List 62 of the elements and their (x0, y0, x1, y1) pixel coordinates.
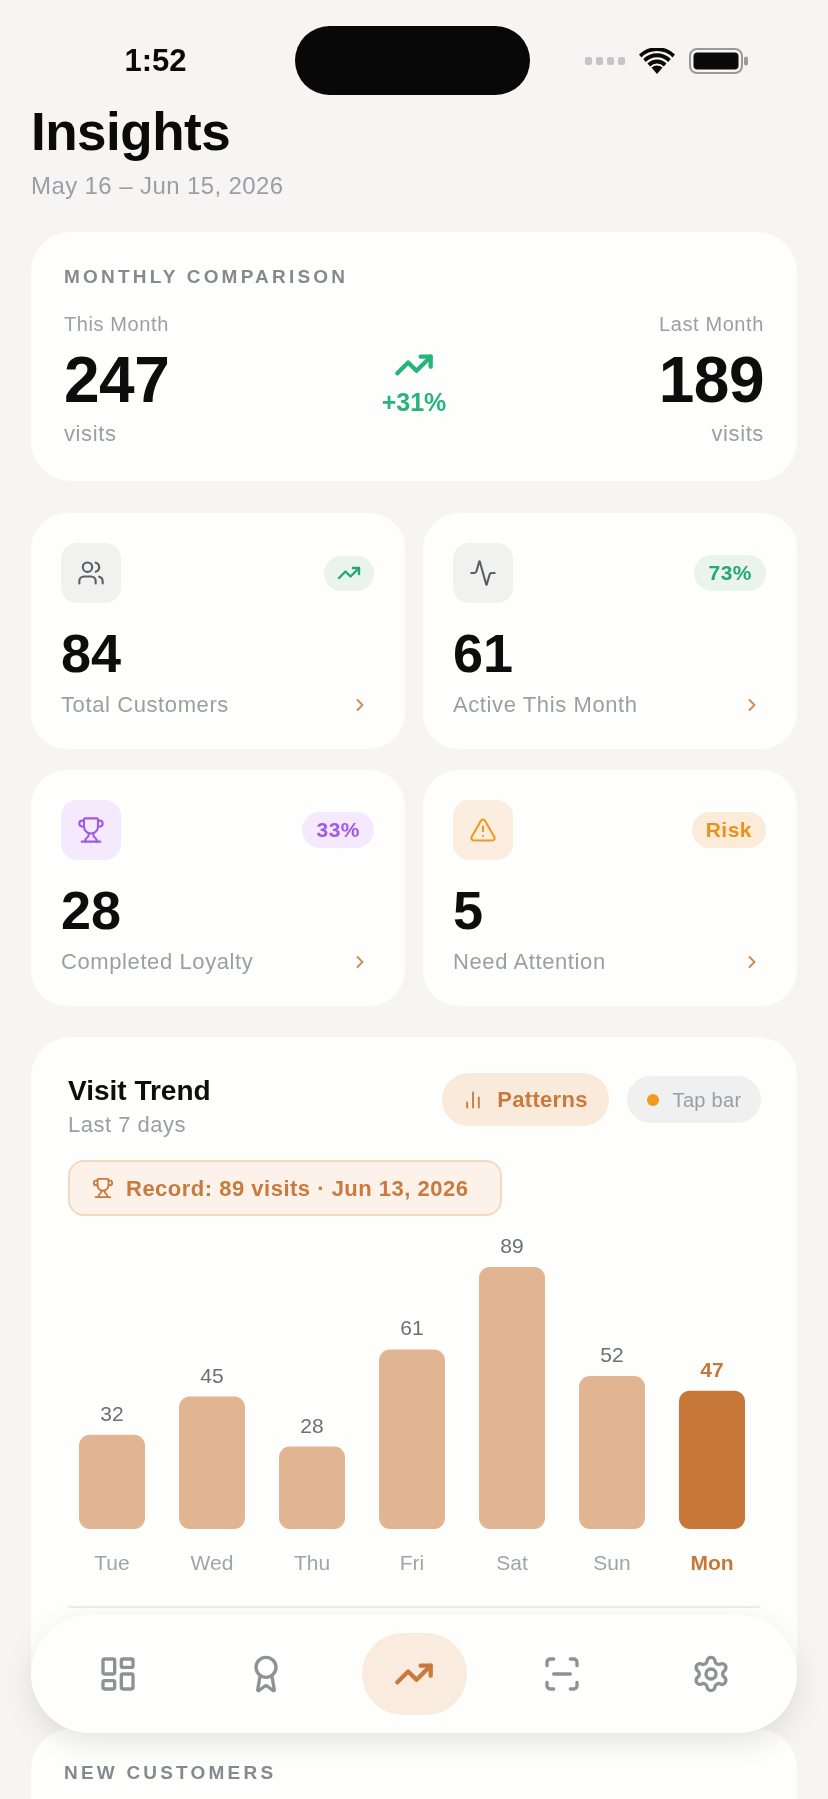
bar-value: 61 (400, 1316, 424, 1340)
chart-bar[interactable] (579, 1375, 645, 1529)
stat-card[interactable]: Risk 5 Need Attention (423, 770, 797, 1006)
date-range: May 16 – Jun 15, 2026 (31, 172, 285, 200)
stat-label: Active This Month (453, 692, 638, 718)
chart-bar[interactable] (479, 1267, 545, 1529)
users-icon (61, 543, 121, 603)
stat-label: Need Attention (453, 949, 606, 975)
trend-up-icon (324, 555, 374, 591)
bar-value: 52 (600, 1342, 624, 1366)
card-heading: MONTHLY COMPARISON (64, 266, 350, 288)
day-label: Tue (94, 1551, 130, 1574)
card-subtitle: Last 7 days (68, 1113, 187, 1137)
stat-value: 61 (453, 625, 515, 681)
stat-card[interactable]: 73% 61 Active This Month (423, 513, 797, 749)
hint-text: Tap bar (672, 1087, 742, 1113)
unit-label: visits (711, 421, 764, 447)
day-label: Sat (496, 1551, 528, 1574)
day-label: Wed (190, 1551, 234, 1574)
card-heading: NEW CUSTOMERS (64, 1762, 277, 1783)
dot-icon (646, 1093, 659, 1106)
stat-value: 84 (61, 625, 123, 681)
wifi-icon (639, 47, 675, 74)
chart-bar[interactable] (679, 1390, 745, 1529)
chart-bar[interactable] (379, 1349, 445, 1529)
day-label: Thu (293, 1551, 331, 1574)
trophy-icon (61, 800, 121, 860)
battery-icon (689, 47, 749, 74)
change-percent: +31% (381, 386, 447, 417)
day-label: Fri (399, 1551, 425, 1574)
period-label: Last Month (659, 312, 764, 336)
card-title: Visit Trend (68, 1074, 211, 1106)
stat-card[interactable]: 84 Total Customers (31, 513, 405, 749)
day-label: Sun (593, 1551, 631, 1574)
bar-value: 47 (700, 1357, 724, 1381)
bar-value: 89 (500, 1234, 524, 1257)
day-label: Mon (690, 1551, 734, 1574)
bar-value: 45 (200, 1363, 224, 1387)
visit-count: 247 (64, 348, 170, 412)
warning-icon (453, 800, 513, 860)
stat-label: Total Customers (61, 692, 229, 718)
page-title: Insights (31, 103, 232, 161)
stat-badge: Risk (691, 812, 766, 848)
stat-card[interactable]: 33% 28 Completed Loyalty (31, 770, 405, 1006)
signal-icon (585, 56, 625, 65)
stat-badge: 73% (694, 555, 766, 591)
status-time: 1:52 (124, 45, 187, 76)
stat-label: Completed Loyalty (61, 949, 254, 975)
period-label: This Month (64, 312, 169, 336)
bar-value: 32 (100, 1401, 124, 1425)
chart-bar[interactable] (279, 1446, 345, 1529)
trophy-icon (92, 1177, 114, 1199)
chart-bar[interactable] (79, 1434, 145, 1529)
stat-value: 5 (453, 882, 485, 938)
stat-value: 28 (61, 882, 123, 938)
pulse-icon (453, 543, 513, 603)
record-text: Record: 89 visits · Jun 13, 2026 (126, 1174, 469, 1203)
visit-count: 189 (658, 348, 764, 412)
unit-label: visits (64, 421, 117, 447)
bar-value: 28 (300, 1413, 324, 1437)
stat-badge: 33% (302, 812, 374, 848)
chart-bar[interactable] (179, 1396, 245, 1529)
